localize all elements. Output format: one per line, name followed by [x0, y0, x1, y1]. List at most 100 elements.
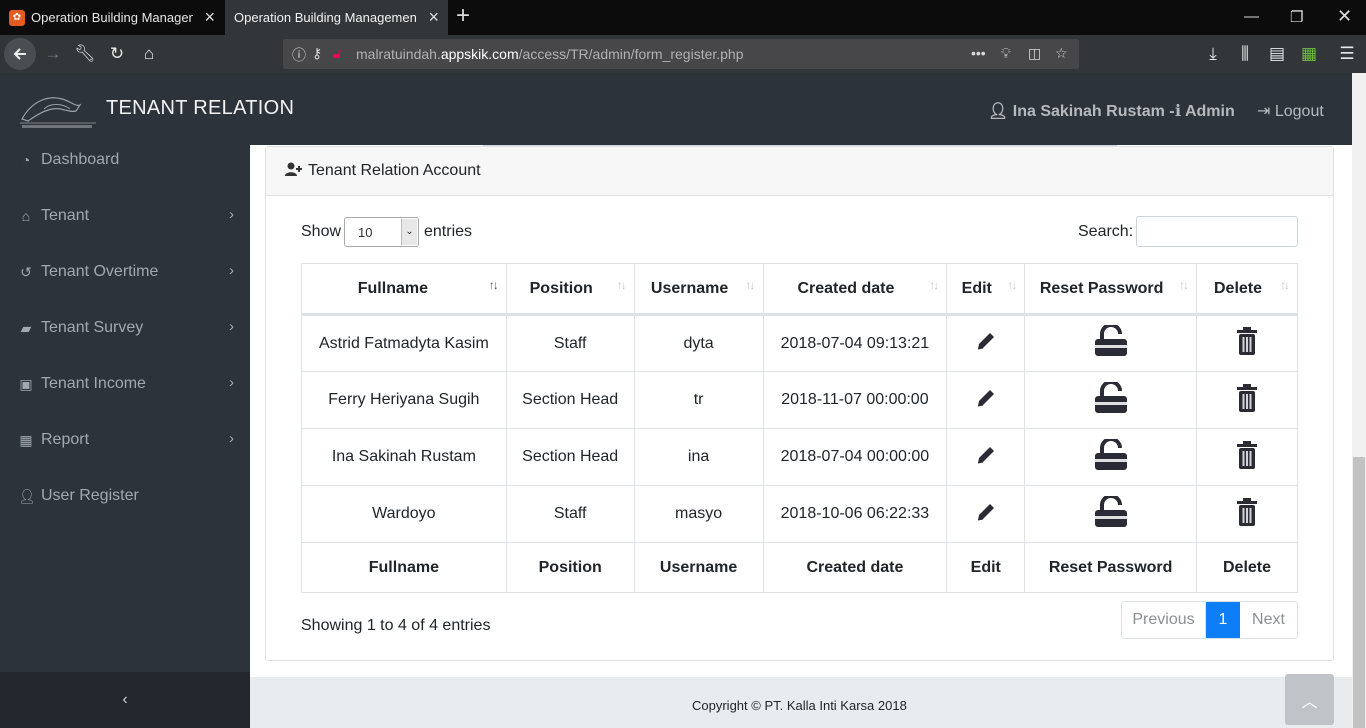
column-header-username[interactable]: Username ↑↓	[633, 263, 764, 316]
bookmark-star-icon[interactable]: ☆	[1055, 45, 1068, 62]
pagination-next[interactable]: Next	[1240, 602, 1297, 638]
sidebar-item-user-register[interactable]: 👤︎ User Register	[0, 481, 250, 511]
column-header-label: Position	[529, 279, 593, 297]
card-title: Tenant Relation Account	[308, 162, 481, 179]
column-header-label: Fullname	[357, 279, 428, 297]
column-header-edit[interactable]: Edit ↑↓	[946, 263, 1026, 316]
close-tab-icon[interactable]: ×	[204, 8, 215, 26]
column-header-delete[interactable]: Delete ↑↓	[1196, 263, 1298, 316]
sidebar-item-report[interactable]: ▦ Report ›	[0, 425, 250, 455]
cell-delete	[1196, 485, 1298, 543]
sidebar-collapse-button[interactable]: ‹	[0, 672, 250, 728]
column-footer-delete: Delete	[1196, 542, 1298, 593]
chevron-right-icon: ›	[229, 430, 234, 447]
reset-password-lock-icon[interactable]	[1094, 493, 1128, 533]
browser-tab-2[interactable]: Operation Building Management Sy ×	[225, 0, 448, 35]
bulb-icon[interactable]: 💡︎	[1001, 45, 1011, 62]
url-text: malratuindah.appskik.com/access/TR/admin…	[356, 46, 744, 62]
sidebar-item-label: Tenant	[41, 207, 90, 224]
info-icon[interactable]: ⓘ	[292, 45, 306, 65]
column-header-position[interactable]: Position ↑↓	[505, 263, 635, 316]
pagination-page-1[interactable]: 1	[1206, 602, 1240, 638]
download-icon[interactable]: ⤓	[1202, 35, 1224, 73]
table-row: Wardoyo Staff masyo 2018-10-06 06:22:33	[301, 485, 1298, 543]
edit-pencil-icon[interactable]	[975, 330, 997, 357]
column-header-created-date[interactable]: Created date ↑↓	[762, 263, 948, 316]
delete-trash-icon[interactable]	[1237, 383, 1258, 417]
column-footer-fullname: Fullname	[301, 542, 507, 593]
edit-pencil-icon[interactable]	[975, 501, 997, 528]
close-window-icon[interactable]: ✕	[1337, 6, 1352, 27]
url-domain: appskik.com	[440, 46, 519, 62]
more-actions-icon[interactable]: •••	[971, 45, 986, 61]
table-icon: ▦	[19, 431, 33, 448]
sidebar-item-tenant-overtime[interactable]: ↺ Tenant Overtime ›	[0, 257, 250, 287]
reset-password-lock-icon[interactable]	[1094, 379, 1128, 419]
sidebar-item-label: Tenant Overtime	[41, 263, 159, 280]
sidebar-item-tenant-survey[interactable]: ▰ Tenant Survey ›	[0, 313, 250, 343]
delete-trash-icon[interactable]	[1237, 497, 1258, 531]
cell-reset-password	[1024, 371, 1198, 429]
browser-tab-bar: ✿ Operation Building Management Sy × Ope…	[0, 0, 1366, 35]
menu-icon[interactable]: ☰	[1336, 35, 1358, 73]
column-header-fullname[interactable]: Fullname ↑↓	[301, 263, 507, 316]
scroll-to-top-button[interactable]: ︿	[1285, 674, 1334, 725]
library-icon[interactable]: ⫼	[1234, 35, 1256, 73]
search-input[interactable]	[1136, 216, 1298, 247]
table-footer-row: Fullname Position Username Created date …	[301, 542, 1298, 593]
page-scrollbar-thumb[interactable]	[1353, 457, 1365, 728]
column-header-label: Reset Password	[1039, 279, 1164, 297]
edit-pencil-icon[interactable]	[975, 387, 997, 414]
app-header: TENANT RELATION 👤︎ Ina Sakinah Rustam - …	[0, 73, 1352, 145]
minimize-icon[interactable]: —	[1244, 8, 1259, 25]
cell-username: ina	[633, 428, 764, 486]
reset-password-lock-icon[interactable]	[1094, 323, 1128, 362]
delete-trash-icon[interactable]	[1237, 327, 1258, 360]
close-tab-icon[interactable]: ×	[428, 8, 439, 26]
delete-trash-icon[interactable]	[1237, 440, 1258, 474]
back-icon[interactable]	[4, 38, 36, 70]
sidebar-item-tenant-income[interactable]: ▣ Tenant Income ›	[0, 369, 250, 399]
url-path: /access/TR/admin/form_register.php	[518, 46, 744, 62]
logout-label: Logout	[1274, 103, 1324, 120]
current-user[interactable]: 👤︎ Ina Sakinah Rustam -	[988, 101, 1175, 121]
new-tab-icon[interactable]: +	[456, 4, 470, 28]
address-bar[interactable]: ⓘ ⚷ 🔓︎ malratuindah.appskik.com/access/T…	[283, 39, 1079, 69]
chevron-down-icon: ⌄	[401, 219, 417, 245]
browser-tab-1[interactable]: ✿ Operation Building Management Sy ×	[0, 0, 224, 35]
restore-icon[interactable]: ❐	[1290, 8, 1303, 26]
mal-ratu-indah-logo[interactable]	[18, 89, 98, 131]
column-footer-reset-password: Reset Password	[1024, 542, 1198, 593]
reset-password-lock-icon[interactable]	[1094, 436, 1128, 476]
pagination-previous[interactable]: Previous	[1122, 602, 1206, 638]
sidebar-item-label: Dashboard	[41, 151, 120, 168]
column-header-reset-password[interactable]: Reset Password ↑↓	[1024, 263, 1198, 316]
cell-username: masyo	[633, 485, 764, 543]
pocket-icon[interactable]: ◫	[1028, 45, 1041, 62]
key-icon[interactable]: ⚷	[312, 45, 322, 62]
extension-icon[interactable]: ▦	[1298, 35, 1320, 73]
reload-icon[interactable]: ↻	[106, 35, 128, 73]
sidebar-item-label: User Register	[41, 487, 139, 504]
home-icon[interactable]: ⌂	[138, 35, 160, 73]
copyright-text: Copyright © PT. Kalla Inti Karsa 2018	[692, 698, 907, 713]
wrench-icon[interactable]: 🔧︎	[74, 35, 96, 73]
dashboard-icon: ◔	[21, 152, 31, 168]
sidebar-item-tenant[interactable]: ⌂ Tenant ›	[0, 201, 250, 231]
sidebar-toggle-icon[interactable]: ▤	[1266, 35, 1288, 73]
entries-select-value: 10	[358, 225, 373, 240]
sidebar-item-dashboard[interactable]: ◔ Dashboard	[0, 145, 250, 175]
column-footer-username: Username	[633, 542, 764, 593]
table-info: Showing 1 to 4 of 4 entries	[301, 617, 491, 634]
cell-edit	[946, 485, 1026, 543]
cell-created-date: 2018-11-07 00:00:00	[762, 371, 948, 429]
role-link[interactable]: ℹ Admin	[1175, 101, 1235, 121]
edit-pencil-icon[interactable]	[975, 444, 997, 471]
entries-select[interactable]: 10 ⌄	[344, 217, 419, 247]
cell-fullname: Wardoyo	[301, 485, 507, 543]
chevron-right-icon: ›	[229, 318, 234, 335]
insecure-lock-icon[interactable]: 🔓︎	[333, 45, 342, 62]
logout-link[interactable]: ⇥ Logout	[1257, 101, 1324, 121]
forward-icon[interactable]: →	[42, 35, 64, 73]
chevron-right-icon: ›	[229, 374, 234, 391]
